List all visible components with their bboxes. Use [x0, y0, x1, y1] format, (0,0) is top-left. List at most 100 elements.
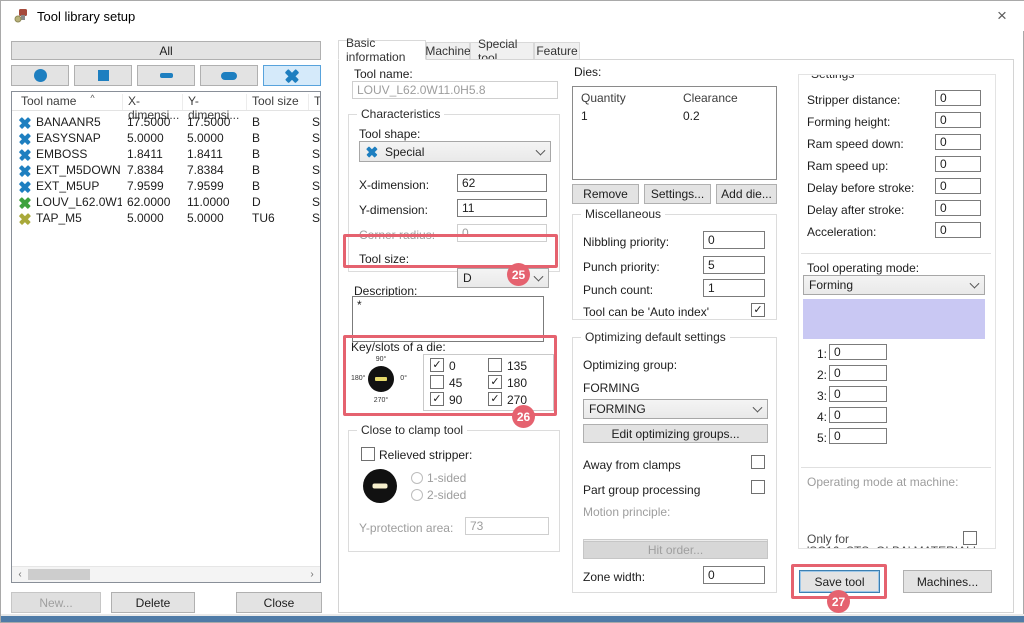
angle-270-checkbox[interactable] [488, 392, 502, 406]
tab-machine[interactable]: Machine [426, 42, 470, 60]
close-to-clamp-group: Close to clamp tool Relieved stripper: 1… [348, 430, 560, 552]
tool-operating-mode-dropdown[interactable]: Forming [803, 275, 985, 295]
tool-x-icon [19, 181, 30, 192]
hit-order-button[interactable]: Hit order... [583, 541, 768, 559]
table-row[interactable]: EXT_M5UP7.95997.9599BSpecial [12, 178, 320, 194]
filter-rectangle-button[interactable] [137, 65, 195, 86]
param-4-field[interactable]: 0 [829, 407, 887, 423]
close-button[interactable]: Close [236, 592, 322, 613]
filter-all-button[interactable]: All [11, 41, 321, 60]
relieved-stripper-checkbox[interactable] [361, 447, 375, 461]
away-from-clamps-label: Away from clamps [583, 458, 681, 472]
add-die-button[interactable]: Add die... [716, 184, 777, 204]
col-type[interactable]: Type [308, 94, 321, 110]
delay-after-stroke-field[interactable]: 0 [935, 200, 981, 216]
angle-45-label: 45 [449, 376, 462, 390]
machines-button[interactable]: Machines... [903, 570, 992, 593]
dies-col-clearance[interactable]: Clearance [683, 91, 738, 105]
col-y-dimension[interactable]: Y-dimensi... [182, 94, 244, 110]
description-textarea[interactable]: * [352, 296, 544, 342]
col-tool-name[interactable]: Tool name^ [16, 94, 81, 110]
close-icon[interactable]: × [991, 5, 1013, 27]
table-row[interactable]: EASYSNAP5.00005.0000BSpecial [12, 130, 320, 146]
table-row[interactable]: EMBOSS1.84111.8411BSpecial [12, 146, 320, 162]
tab-special-tool[interactable]: Special tool [470, 42, 534, 60]
col-tool-size[interactable]: Tool size [246, 94, 306, 110]
die-settings-button[interactable]: Settings... [644, 184, 711, 204]
square-icon [98, 70, 109, 81]
punch-count-field[interactable]: 1 [703, 279, 765, 297]
chevron-down-icon [534, 272, 544, 282]
filter-special-button[interactable] [263, 65, 321, 86]
die-quantity-value[interactable]: 1 [581, 109, 588, 123]
angle-45-checkbox[interactable] [430, 375, 444, 389]
nibbling-priority-field[interactable]: 0 [703, 231, 765, 249]
angle-90-checkbox[interactable] [430, 392, 444, 406]
table-row[interactable]: TAP_M55.00005.0000TU6Special [12, 210, 320, 226]
table-row[interactable]: LOUV_L62.0W11...62.000011.0000DSpecial [12, 194, 320, 210]
param-3-field[interactable]: 0 [829, 386, 887, 402]
one-sided-radio[interactable] [411, 472, 423, 484]
param-2-field[interactable]: 0 [829, 365, 887, 381]
y-protection-field[interactable]: 73 [465, 517, 549, 535]
horizontal-scrollbar[interactable]: ‹ › [12, 566, 320, 582]
tool-library-setup-dialog: { "window": { "title": "Tool library set… [0, 0, 1024, 623]
window-title: Tool library setup [37, 9, 135, 24]
ram-speed-down-field[interactable]: 0 [935, 134, 981, 150]
angle-180-checkbox[interactable] [488, 375, 502, 389]
stripper-distance-field[interactable]: 0 [935, 90, 981, 106]
dies-list[interactable]: Quantity Clearance 1 0.2 [572, 86, 777, 180]
scroll-right-icon[interactable]: › [304, 567, 320, 582]
tab-feature[interactable]: Feature [534, 42, 580, 60]
dies-label: Dies: [574, 65, 601, 79]
forming-height-field[interactable]: 0 [935, 112, 981, 128]
two-sided-radio[interactable] [411, 489, 423, 501]
ram-speed-up-field[interactable]: 0 [935, 156, 981, 172]
chevron-down-icon [970, 279, 980, 289]
angle-135-checkbox[interactable] [488, 358, 502, 372]
tool-list[interactable]: Tool name^ X-dimensi... Y-dimensi... Too… [11, 91, 321, 583]
characteristics-title: Characteristics [357, 107, 444, 121]
tool-size-dropdown[interactable]: D [457, 268, 549, 288]
optimizing-group-dropdown[interactable]: FORMING [583, 399, 768, 419]
app-icon [14, 8, 30, 24]
punch-priority-field[interactable]: 5 [703, 256, 765, 274]
tool-x-icon [19, 165, 30, 176]
only-for-checkbox[interactable] [963, 531, 977, 545]
tool-shape-dropdown[interactable]: Special [359, 141, 551, 162]
scrollbar-thumb[interactable] [28, 569, 90, 580]
dies-col-quantity[interactable]: Quantity [581, 91, 626, 105]
auto-index-checkbox[interactable] [751, 303, 765, 317]
filter-square-button[interactable] [74, 65, 132, 86]
rectangle-icon [160, 73, 173, 78]
scroll-left-icon[interactable]: ‹ [12, 567, 28, 582]
table-row[interactable]: EXT_M5DOWN7.83847.8384BSpecial [12, 162, 320, 178]
angle-0-checkbox[interactable] [430, 358, 444, 372]
delete-button[interactable]: Delete [111, 592, 195, 613]
optimizing-group-value: FORMING [583, 381, 640, 395]
part-group-processing-checkbox[interactable] [751, 480, 765, 494]
param-1-field[interactable]: 0 [829, 344, 887, 360]
die-clearance-value[interactable]: 0.2 [683, 109, 700, 123]
table-row[interactable]: BANAANR517.500017.5000BSpecial [12, 114, 320, 130]
filter-circle-button[interactable] [11, 65, 69, 86]
remove-die-button[interactable]: Remove [572, 184, 639, 204]
tab-basic-information[interactable]: Basic information [338, 40, 426, 60]
settings-title: Settings [807, 74, 858, 81]
away-from-clamps-checkbox[interactable] [751, 455, 765, 469]
acceleration-field[interactable]: 0 [935, 222, 981, 238]
param-5-field[interactable]: 0 [829, 428, 887, 444]
edit-optimizing-groups-button[interactable]: Edit optimizing groups... [583, 424, 768, 443]
tool-name-label: Tool name: [354, 67, 413, 81]
tool-list-header[interactable]: Tool name^ X-dimensi... Y-dimensi... Too… [12, 92, 320, 111]
zone-width-field[interactable]: 0 [703, 566, 765, 584]
new-button[interactable]: New... [11, 592, 101, 613]
tool-name-field[interactable]: LOUV_L62.0W11.0H5.8 [352, 81, 558, 99]
col-x-dimension[interactable]: X-dimensi... [122, 94, 182, 110]
corner-radius-field[interactable]: 0 [457, 224, 547, 242]
dial-0-label: 0° [400, 375, 407, 382]
delay-before-stroke-field[interactable]: 0 [935, 178, 981, 194]
x-dimension-field[interactable]: 62 [457, 174, 547, 192]
filter-obround-button[interactable] [200, 65, 258, 86]
y-dimension-field[interactable]: 11 [457, 199, 547, 217]
